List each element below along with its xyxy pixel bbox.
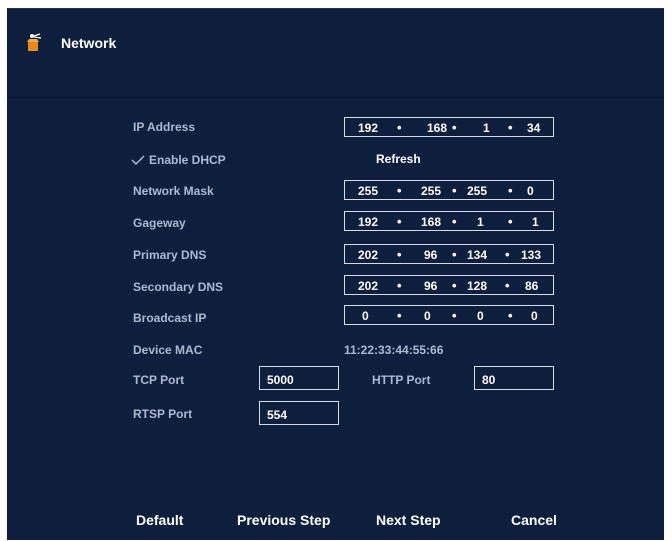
secondary-dns-label: Secondary DNS — [133, 280, 224, 294]
ip-octet-2[interactable]: 168 — [427, 121, 447, 135]
gateway-label: Gageway — [133, 216, 186, 230]
octet-separator: • — [505, 278, 510, 293]
octet-separator: • — [452, 247, 457, 262]
ip-octet-3[interactable]: 1 — [483, 121, 490, 135]
page-title: Network — [61, 35, 117, 51]
mask-octet-1[interactable]: 255 — [358, 184, 378, 198]
pdns-octet-4[interactable]: 133 — [521, 248, 541, 262]
pdns-octet-2[interactable]: 96 — [424, 248, 437, 262]
octet-separator: • — [505, 247, 510, 262]
sdns-octet-3[interactable]: 128 — [467, 279, 487, 293]
octet-separator: • — [452, 308, 457, 323]
mask-octet-4[interactable]: 0 — [527, 184, 534, 198]
previous-step-button[interactable]: Previous Step — [237, 512, 330, 528]
header-divider — [7, 97, 664, 98]
octet-separator: • — [397, 120, 402, 135]
tcp-port-label: TCP Port — [133, 373, 185, 387]
bcast-octet-4[interactable]: 0 — [531, 309, 538, 323]
gateway-octet-4[interactable]: 1 — [532, 215, 539, 229]
mask-octet-2[interactable]: 255 — [421, 184, 441, 198]
refresh-button[interactable]: Refresh — [376, 152, 421, 166]
bcast-octet-3[interactable]: 0 — [477, 309, 484, 323]
pdns-octet-3[interactable]: 134 — [467, 248, 487, 262]
cancel-button[interactable]: Cancel — [511, 512, 557, 528]
network-settings-panel: Network IP Address 192 • 168 • 1 • 34 En… — [7, 8, 664, 540]
next-step-button[interactable]: Next Step — [376, 512, 441, 528]
octet-separator: • — [397, 183, 402, 198]
sdns-octet-4[interactable]: 86 — [525, 279, 538, 293]
octet-separator: • — [452, 120, 457, 135]
checkmark-icon — [131, 155, 145, 166]
broadcast-ip-label: Broadcast IP — [133, 311, 207, 325]
octet-separator: • — [397, 308, 402, 323]
enable-dhcp-label: Enable DHCP — [149, 153, 226, 167]
default-button[interactable]: Default — [136, 512, 183, 528]
http-port-input[interactable]: 80 — [474, 366, 554, 390]
broadcast-ip-input[interactable]: 0 • 0 • 0 • 0 — [344, 305, 554, 325]
device-mac-label: Device MAC — [133, 343, 203, 357]
ip-address-input[interactable]: 192 • 168 • 1 • 34 — [344, 117, 554, 137]
gateway-octet-1[interactable]: 192 — [358, 215, 378, 229]
network-wizard-icon — [27, 33, 42, 51]
sdns-octet-2[interactable]: 96 — [424, 279, 437, 293]
pdns-octet-1[interactable]: 202 — [358, 248, 378, 262]
octet-separator: • — [508, 308, 513, 323]
gateway-octet-2[interactable]: 168 — [421, 215, 441, 229]
octet-separator: • — [508, 183, 513, 198]
primary-dns-input[interactable]: 202 • 96 • 134 • 133 — [344, 244, 554, 264]
enable-dhcp-checkbox[interactable]: Enable DHCP — [131, 153, 226, 167]
rtsp-port-label: RTSP Port — [133, 407, 193, 421]
device-mac-value: 11:22:33:44:55:66 — [344, 343, 444, 357]
mask-octet-3[interactable]: 255 — [467, 184, 487, 198]
ip-address-label: IP Address — [133, 120, 196, 134]
primary-dns-label: Primary DNS — [133, 248, 207, 262]
octet-separator: • — [452, 214, 457, 229]
panel-header: Network — [7, 9, 664, 97]
secondary-dns-input[interactable]: 202 • 96 • 128 • 86 — [344, 275, 554, 295]
ip-octet-4[interactable]: 34 — [527, 121, 540, 135]
octet-separator: • — [452, 278, 457, 293]
octet-separator: • — [508, 120, 513, 135]
rtsp-port-input[interactable]: 554 — [259, 401, 339, 425]
ip-octet-1[interactable]: 192 — [358, 121, 378, 135]
gateway-octet-3[interactable]: 1 — [477, 215, 484, 229]
bcast-octet-1[interactable]: 0 — [362, 309, 369, 323]
network-mask-input[interactable]: 255 • 255 • 255 • 0 — [344, 180, 554, 200]
tcp-port-input[interactable]: 5000 — [259, 366, 339, 390]
octet-separator: • — [397, 214, 402, 229]
octet-separator: • — [397, 247, 402, 262]
gateway-input[interactable]: 192 • 168 • 1 • 1 — [344, 211, 554, 231]
bcast-octet-2[interactable]: 0 — [424, 309, 431, 323]
octet-separator: • — [508, 214, 513, 229]
http-port-label: HTTP Port — [372, 373, 431, 387]
sdns-octet-1[interactable]: 202 — [358, 279, 378, 293]
octet-separator: • — [397, 278, 402, 293]
octet-separator: • — [452, 183, 457, 198]
network-mask-label: Network Mask — [133, 184, 214, 198]
